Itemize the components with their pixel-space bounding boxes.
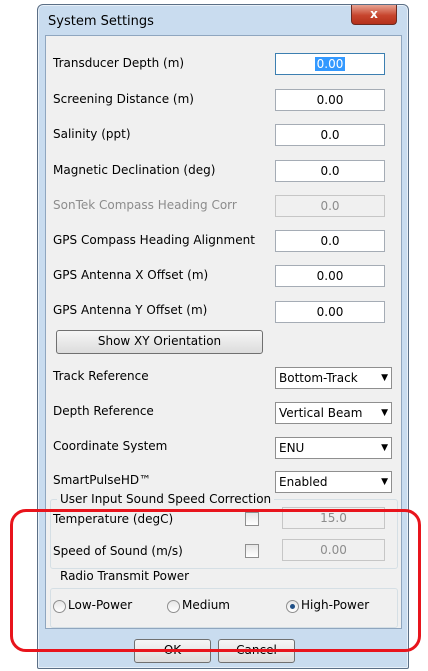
- system-settings-window: System Settings x Transducer Depth (m) 0…: [37, 4, 409, 669]
- gps-compass-alignment-label: GPS Compass Heading Alignment: [53, 233, 255, 247]
- magnetic-declination-label: Magnetic Declination (deg): [53, 163, 216, 177]
- depth-reference-select[interactable]: Vertical Beam ▼: [275, 402, 392, 424]
- speed-of-sound-label: Speed of Sound (m/s): [53, 544, 183, 558]
- settings-panel: Transducer Depth (m) 0.00 Screening Dist…: [45, 35, 402, 629]
- depth-reference-value: Vertical Beam: [279, 406, 363, 420]
- close-button[interactable]: x: [351, 5, 397, 25]
- chevron-down-icon[interactable]: ▼: [381, 368, 388, 388]
- coordinate-system-label: Coordinate System: [53, 439, 168, 453]
- gps-compass-alignment-input[interactable]: 0.0: [275, 230, 385, 252]
- temperature-checkbox[interactable]: [245, 512, 259, 526]
- title-bar[interactable]: System Settings x: [38, 5, 408, 35]
- salinity-label: Salinity (ppt): [53, 127, 131, 141]
- gps-antenna-y-input[interactable]: 0.00: [275, 301, 385, 323]
- low-power-radio[interactable]: [53, 600, 66, 613]
- radio-power-group-title: Radio Transmit Power: [57, 569, 193, 583]
- ok-button[interactable]: OK: [134, 639, 211, 663]
- salinity-input[interactable]: 0.0: [275, 124, 385, 146]
- sontek-compass-input: 0.0: [275, 195, 385, 217]
- sound-speed-group-title: User Input Sound Speed Correction: [57, 492, 275, 506]
- chevron-down-icon[interactable]: ▼: [381, 403, 388, 423]
- speed-of-sound-checkbox[interactable]: [245, 544, 259, 558]
- track-reference-select[interactable]: Bottom-Track ▼: [275, 367, 392, 389]
- chevron-down-icon[interactable]: ▼: [381, 472, 388, 492]
- transducer-depth-value: 0.00: [314, 57, 346, 71]
- transducer-depth-input[interactable]: 0.00: [275, 53, 385, 75]
- low-power-label[interactable]: Low-Power: [68, 598, 132, 612]
- high-power-label[interactable]: High-Power: [301, 598, 369, 612]
- medium-label[interactable]: Medium: [182, 598, 230, 612]
- screening-distance-label: Screening Distance (m): [53, 92, 194, 106]
- coordinate-system-value: ENU: [279, 441, 305, 455]
- high-power-radio[interactable]: [286, 600, 299, 613]
- speed-of-sound-input: 0.00: [282, 539, 385, 561]
- gps-antenna-y-label: GPS Antenna Y Offset (m): [53, 303, 208, 317]
- smartpulse-value: Enabled: [279, 475, 328, 489]
- track-reference-value: Bottom-Track: [279, 371, 358, 385]
- cancel-button[interactable]: Cancel: [218, 639, 295, 663]
- screening-distance-input[interactable]: 0.00: [275, 89, 385, 111]
- gps-antenna-x-label: GPS Antenna X Offset (m): [53, 268, 209, 282]
- sontek-compass-label: SonTek Compass Heading Corr: [53, 198, 237, 212]
- gps-antenna-x-input[interactable]: 0.00: [275, 265, 385, 287]
- temperature-label: Temperature (degC): [53, 512, 174, 526]
- smartpulse-select[interactable]: Enabled ▼: [275, 471, 392, 493]
- temperature-input: 15.0: [282, 507, 385, 529]
- show-xy-orientation-button[interactable]: Show XY Orientation: [56, 330, 263, 354]
- transducer-depth-label: Transducer Depth (m): [53, 56, 185, 70]
- smartpulse-label: SmartPulseHD™: [53, 473, 152, 487]
- window-title: System Settings: [48, 14, 154, 29]
- magnetic-declination-input[interactable]: 0.0: [275, 160, 385, 182]
- coordinate-system-select[interactable]: ENU ▼: [275, 437, 392, 459]
- chevron-down-icon[interactable]: ▼: [381, 438, 388, 458]
- track-reference-label: Track Reference: [53, 369, 149, 383]
- medium-radio[interactable]: [167, 600, 180, 613]
- depth-reference-label: Depth Reference: [53, 404, 154, 418]
